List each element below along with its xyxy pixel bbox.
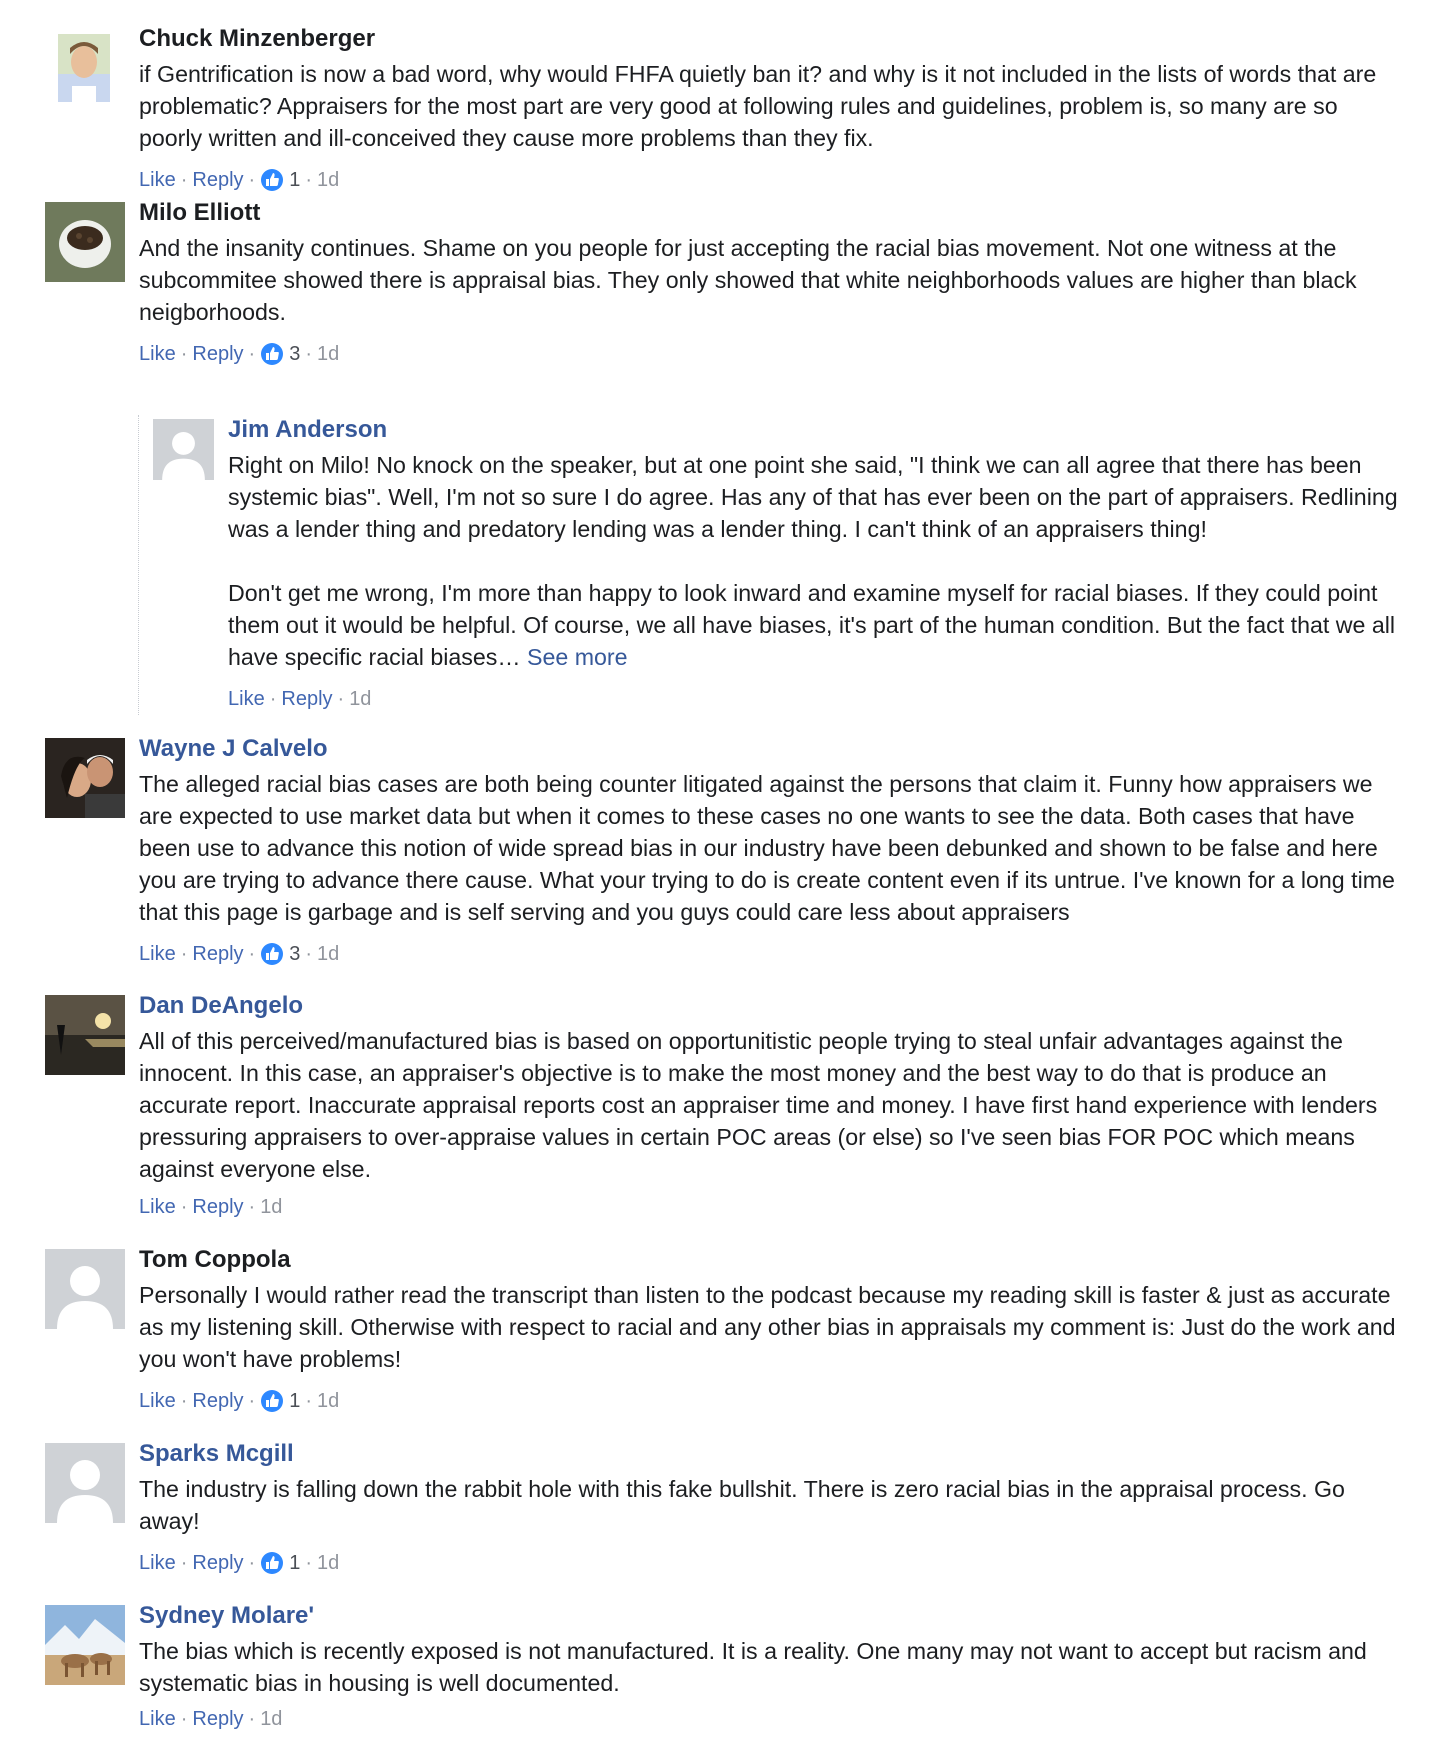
reply-link[interactable]: Reply [192,1193,243,1221]
comment-actions: Like · Reply · 1 · 1d [139,1387,1406,1415]
timestamp[interactable]: 1d [317,1387,339,1415]
timestamp[interactable]: 1d [317,1549,339,1577]
comment-text: Personally I would rather read the trans… [139,1282,1402,1372]
avatar[interactable] [45,202,125,282]
reply-link[interactable]: Reply [192,1387,243,1415]
separator: · [305,1552,312,1574]
avatar[interactable] [45,1443,125,1523]
separator: · [305,343,312,365]
separator: · [248,343,256,365]
avatar[interactable] [45,995,125,1075]
see-more-link[interactable]: See more [527,644,628,670]
comment-text: And the insanity continues. Shame on you… [139,235,1364,325]
separator: · [248,943,256,965]
separator: · [180,343,188,365]
comment-author[interactable]: Chuck Minzenberger [139,24,1406,54]
reply-link[interactable]: Reply [192,340,243,368]
separator: · [248,1552,256,1574]
comment-author[interactable]: Jim Anderson [228,415,1406,445]
avatar[interactable] [45,1605,125,1685]
reply-link[interactable]: Reply [281,685,332,713]
comment-actions: Like · Reply · 1 · 1d [139,1549,1406,1577]
comment-paragraph: Don't get me wrong, I'm more than happy … [228,580,1402,670]
separator: · [305,943,312,965]
comment-paragraph: Right on Milo! No knock on the speaker, … [228,452,1405,542]
comment-author[interactable]: Dan DeAngelo [139,991,1406,1021]
comment-actions: Like · Reply · 1 · 1d [139,166,1406,194]
reaction-count[interactable]: 1 [289,166,300,194]
thumbs-up-icon[interactable] [260,1551,284,1575]
like-link[interactable]: Like [139,1705,176,1733]
thumbs-up-icon[interactable] [260,342,284,366]
reaction-count[interactable]: 3 [289,340,300,368]
thumbs-up-icon[interactable] [260,168,284,192]
paragraph-break [228,545,1406,577]
timestamp[interactable]: 1d [349,685,371,713]
comment-text: The industry is falling down the rabbit … [139,1476,1352,1534]
reply-link[interactable]: Reply [192,166,243,194]
like-link[interactable]: Like [139,1549,176,1577]
comment-text: The bias which is recently exposed is no… [139,1638,1374,1696]
reply-link[interactable]: Reply [192,1705,243,1733]
separator: · [180,1552,188,1574]
comment-text: All of this perceived/manufactured bias … [139,1028,1384,1182]
comment-author[interactable]: Wayne J Calvelo [139,734,1406,764]
separator: · [337,688,345,710]
separator: · [180,169,188,191]
separator: · [180,1196,188,1218]
separator: · [180,943,188,965]
reply-link[interactable]: Reply [192,1549,243,1577]
reaction-count[interactable]: 1 [289,1549,300,1577]
comment-actions: Like · Reply · 3 · 1d [139,940,1406,968]
comment-author[interactable]: Tom Coppola [139,1245,1406,1275]
comment-actions: Like · Reply · 3 · 1d [139,340,1406,368]
avatar[interactable] [58,34,110,102]
separator: · [305,169,312,191]
separator: · [180,1390,188,1412]
like-link[interactable]: Like [139,1193,176,1221]
thumbs-up-icon[interactable] [260,1389,284,1413]
separator: · [269,688,277,710]
like-link[interactable]: Like [139,1387,176,1415]
reaction-count[interactable]: 3 [289,940,300,968]
comment-text: The alleged racial bias cases are both b… [139,771,1402,925]
thumbs-up-icon[interactable] [260,942,284,966]
timestamp[interactable]: 1d [260,1193,282,1221]
reply-link[interactable]: Reply [192,940,243,968]
comment-author[interactable]: Milo Elliott [139,198,1406,228]
comment-actions: Like · Reply · 1d [139,1705,1406,1733]
timestamp[interactable]: 1d [317,940,339,968]
separator: · [248,1390,256,1412]
separator: · [248,1196,256,1218]
separator: · [248,1708,256,1730]
comment-thread: Chuck Minzenberger if Gentrification is … [0,0,1456,1756]
reaction-count[interactable]: 1 [289,1387,300,1415]
timestamp[interactable]: 1d [317,340,339,368]
timestamp[interactable]: 1d [260,1705,282,1733]
separator: · [305,1390,312,1412]
comment-actions: Like · Reply · 1d [139,1193,1406,1221]
comment-text: if Gentrification is now a bad word, why… [139,61,1383,151]
avatar[interactable] [45,1249,125,1329]
separator: · [248,169,256,191]
avatar[interactable] [45,738,125,818]
like-link[interactable]: Like [228,685,265,713]
separator: · [180,1708,188,1730]
like-link[interactable]: Like [139,340,176,368]
timestamp[interactable]: 1d [317,166,339,194]
comment-actions: Like · Reply · 1d [228,685,1406,713]
like-link[interactable]: Like [139,166,176,194]
comment-author[interactable]: Sparks Mcgill [139,1439,1406,1469]
comment-text: Right on Milo! No knock on the speaker, … [228,449,1406,673]
avatar[interactable] [153,419,214,480]
like-link[interactable]: Like [139,940,176,968]
comment-author[interactable]: Sydney Molare' [139,1601,1406,1631]
reply-thread-line [138,415,139,715]
